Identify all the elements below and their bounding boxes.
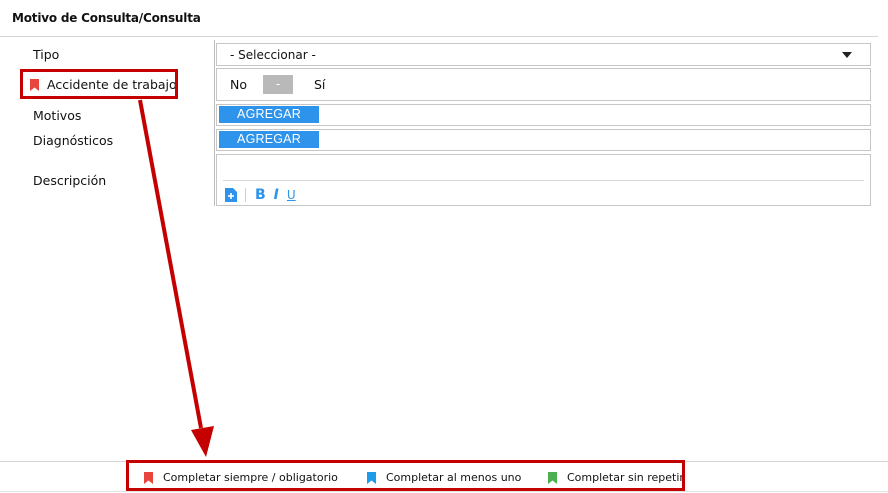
page-title: Motivo de Consulta/Consulta <box>12 11 201 25</box>
diagnosticos-add-button[interactable]: AGREGAR <box>219 131 319 148</box>
underline-button[interactable]: U <box>287 188 296 202</box>
tipo-select[interactable]: - Seleccionar - <box>216 43 871 66</box>
editor-toolbar-divider <box>223 180 864 181</box>
chevron-down-icon <box>842 52 852 58</box>
italic-button[interactable]: I <box>274 187 279 203</box>
tipo-select-value: - Seleccionar - <box>230 48 316 62</box>
title-divider <box>0 36 878 37</box>
descripcion-label: Descripción <box>33 173 107 188</box>
motivos-label: Motivos <box>33 108 82 123</box>
tipo-label: Tipo <box>33 47 60 62</box>
new-document-icon[interactable] <box>225 188 237 202</box>
motivos-add-button[interactable]: AGREGAR <box>219 106 319 123</box>
diagnosticos-field: AGREGAR <box>216 129 871 151</box>
form-column-divider <box>214 40 215 206</box>
editor-toolbar: B I U <box>225 187 304 203</box>
accidente-toggle-field: No - Sí <box>216 68 871 101</box>
toggle-no-option[interactable]: No <box>230 77 247 92</box>
motivos-field: AGREGAR <box>216 104 871 126</box>
descripcion-editor[interactable]: B I U <box>216 154 871 206</box>
highlight-box-legend <box>126 460 685 491</box>
toggle-switch[interactable]: - <box>263 75 293 94</box>
toolbar-separator <box>245 188 246 202</box>
bold-button[interactable]: B <box>255 187 266 203</box>
bottom-divider <box>0 491 888 492</box>
toggle-si-option[interactable]: Sí <box>314 77 325 92</box>
highlight-box-accidente <box>20 69 178 99</box>
diagnosticos-label: Diagnósticos <box>33 133 114 148</box>
